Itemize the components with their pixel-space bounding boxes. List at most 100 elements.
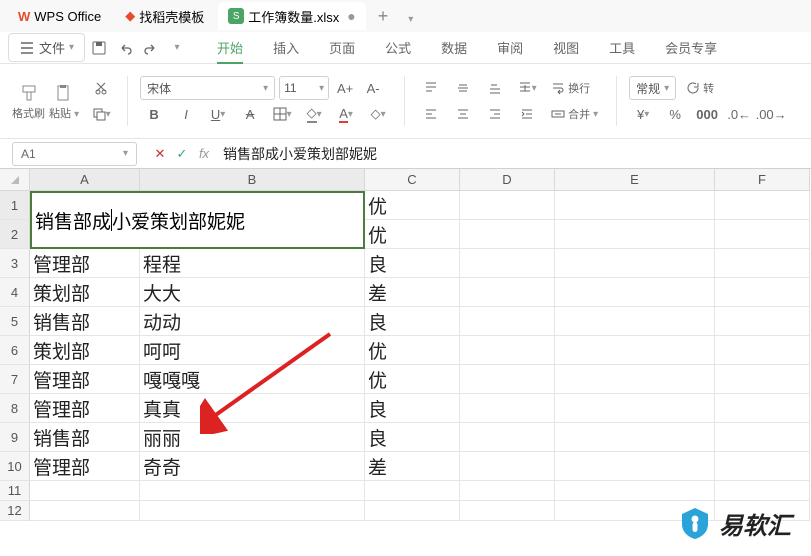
cell[interactable] [715, 307, 810, 336]
column-header-b[interactable]: B [140, 169, 365, 191]
currency-button[interactable]: ¥▾ [629, 102, 657, 126]
save-button[interactable] [87, 36, 111, 60]
cell[interactable] [715, 278, 810, 307]
cell[interactable] [555, 220, 715, 249]
file-menu[interactable]: 文件 ▾ [8, 33, 85, 62]
cell[interactable] [715, 336, 810, 365]
fx-button[interactable]: fx [193, 146, 215, 161]
expand-button[interactable]: ▾ [165, 36, 189, 60]
row-header[interactable]: 3 [0, 249, 30, 278]
docer-tab[interactable]: ◆ 找稻壳模板 [115, 2, 214, 30]
cell[interactable] [460, 220, 555, 249]
cell[interactable]: 销售部 [30, 423, 140, 452]
row-header[interactable]: 10 [0, 452, 30, 481]
font-size-select[interactable]: 11▾ [279, 76, 329, 100]
cell[interactable] [715, 394, 810, 423]
wrap-text-button[interactable]: 换行 [545, 76, 596, 100]
column-header-c[interactable]: C [365, 169, 460, 191]
valign-bottom-button[interactable] [481, 76, 509, 100]
tab-list-button[interactable]: ▾ [400, 6, 421, 27]
cell[interactable] [460, 307, 555, 336]
cell[interactable] [365, 481, 460, 501]
cell[interactable]: 真真 [140, 394, 365, 423]
tab-data[interactable]: 数据 [427, 32, 481, 63]
cell[interactable] [555, 423, 715, 452]
underline-button[interactable]: U ▾ [204, 102, 232, 126]
tab-review[interactable]: 审阅 [483, 32, 537, 63]
file-tab[interactable]: S 工作簿数量.xlsx ● [218, 2, 365, 30]
cell[interactable] [555, 336, 715, 365]
italic-button[interactable]: I [172, 102, 200, 126]
decimal-dec-button[interactable]: .0← [725, 102, 753, 126]
tab-start[interactable]: 开始 [203, 32, 257, 63]
cell[interactable] [460, 481, 555, 501]
redo-button[interactable] [139, 36, 163, 60]
row-header[interactable]: 6 [0, 336, 30, 365]
highlight-button[interactable]: ◇▾ [364, 102, 392, 126]
row-header[interactable]: 11 [0, 481, 30, 501]
cell[interactable] [555, 249, 715, 278]
column-header-e[interactable]: E [555, 169, 715, 191]
cell[interactable] [715, 481, 810, 501]
tab-view[interactable]: 视图 [539, 32, 593, 63]
cell[interactable]: 良 [365, 307, 460, 336]
cell[interactable]: 奇奇 [140, 452, 365, 481]
cell[interactable] [555, 394, 715, 423]
strikethrough-button[interactable]: A [236, 102, 264, 126]
tab-member[interactable]: 会员专享 [651, 32, 731, 63]
cell[interactable]: 优 [365, 220, 460, 249]
cell[interactable]: 策划部 [30, 336, 140, 365]
cell[interactable]: 优 [365, 191, 460, 220]
cell[interactable]: 良 [365, 249, 460, 278]
cell[interactable] [460, 452, 555, 481]
cell[interactable]: 良 [365, 423, 460, 452]
cell[interactable]: 大大 [140, 278, 365, 307]
cell[interactable] [460, 191, 555, 220]
increase-font-button[interactable]: A+ [333, 76, 357, 100]
cell[interactable] [460, 365, 555, 394]
comma-button[interactable]: 000 [693, 102, 721, 126]
tab-page[interactable]: 页面 [315, 32, 369, 63]
cell[interactable] [715, 191, 810, 220]
orientation-button[interactable]: ▾ [513, 76, 541, 100]
undo-button[interactable] [113, 36, 137, 60]
cell[interactable]: 良 [365, 394, 460, 423]
cell[interactable] [555, 365, 715, 394]
paste-button[interactable] [50, 81, 78, 105]
tab-tools[interactable]: 工具 [595, 32, 649, 63]
cell[interactable] [555, 481, 715, 501]
cell[interactable]: 差 [365, 452, 460, 481]
cell[interactable]: 策划部 [30, 278, 140, 307]
close-icon[interactable]: ● [347, 8, 355, 24]
cell[interactable]: 丽丽 [140, 423, 365, 452]
cell[interactable] [140, 501, 365, 521]
cell[interactable]: 销售部 [30, 307, 140, 336]
cell[interactable] [460, 336, 555, 365]
merge-button[interactable]: 合并▾ [545, 102, 604, 126]
cell[interactable] [460, 249, 555, 278]
rotate-button[interactable]: 转 [680, 76, 720, 100]
cell[interactable] [460, 423, 555, 452]
font-name-select[interactable]: 宋体▾ [140, 76, 275, 100]
format-painter-button[interactable] [15, 81, 43, 105]
cell[interactable] [555, 191, 715, 220]
app-title-tab[interactable]: W WPS Office [8, 2, 111, 30]
cell[interactable] [460, 394, 555, 423]
bold-button[interactable]: B [140, 102, 168, 126]
cell[interactable]: 呵呵 [140, 336, 365, 365]
valign-middle-button[interactable] [449, 76, 477, 100]
cell[interactable]: 管理部 [30, 365, 140, 394]
row-header[interactable]: 2 [0, 220, 30, 249]
active-merged-cell[interactable]: 销售部成小爱策划部妮妮 [30, 191, 365, 249]
decimal-inc-button[interactable]: .00→ [757, 102, 785, 126]
border-button[interactable]: ▾ [268, 102, 296, 126]
cell[interactable] [715, 220, 810, 249]
cell[interactable] [140, 481, 365, 501]
tab-formula[interactable]: 公式 [371, 32, 425, 63]
row-header[interactable]: 1 [0, 191, 30, 220]
cell[interactable] [555, 278, 715, 307]
tab-insert[interactable]: 插入 [259, 32, 313, 63]
cell[interactable] [460, 278, 555, 307]
cell[interactable]: 管理部 [30, 452, 140, 481]
copy-button[interactable]: ▾ [87, 102, 115, 126]
